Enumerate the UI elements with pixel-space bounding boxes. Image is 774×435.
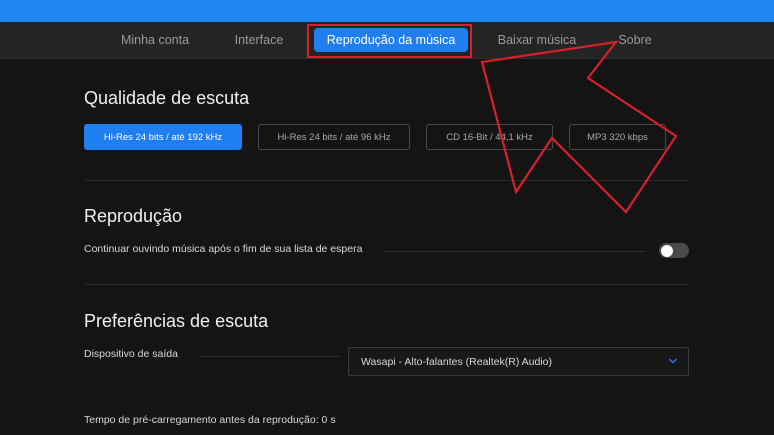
continue-listening-toggle[interactable] — [659, 243, 689, 258]
section-divider — [84, 180, 689, 181]
output-device-select[interactable]: Wasapi - Alto-falantes (Realtek(R) Audio… — [348, 347, 689, 376]
row-separator — [385, 251, 645, 252]
quality-option-mp3[interactable]: MP3 320 kbps — [569, 124, 666, 150]
tab-sobre[interactable]: Sobre — [612, 28, 658, 52]
output-device-value: Wasapi - Alto-falantes (Realtek(R) Audio… — [361, 356, 553, 368]
quality-option-hires-96[interactable]: Hi-Res 24 bits / até 96 kHz — [258, 124, 410, 150]
quality-option-hires-192[interactable]: Hi-Res 24 bits / até 192 kHz — [84, 124, 242, 150]
preload-time-label: Tempo de pré-carregamento antes da repro… — [84, 414, 336, 426]
continue-listening-label: Continuar ouvindo música após o fim de s… — [84, 243, 363, 255]
section-divider — [84, 284, 689, 285]
playback-section-title: Reprodução — [84, 206, 183, 226]
preferences-section-title: Preferências de escuta — [84, 311, 269, 331]
quality-section-title: Qualidade de escuta — [84, 88, 250, 108]
window-top-bar — [0, 0, 774, 22]
chevron-down-icon — [669, 358, 677, 364]
toggle-knob — [661, 244, 673, 257]
quality-option-cd[interactable]: CD 16-Bit / 44,1 kHz — [426, 124, 553, 150]
tab-highlight-annotation — [307, 24, 472, 58]
output-device-label: Dispositivo de saída — [84, 348, 178, 360]
row-separator — [200, 356, 340, 357]
tab-interface[interactable]: Interface — [226, 28, 292, 52]
tab-minha-conta[interactable]: Minha conta — [114, 28, 196, 52]
tab-baixar-musica[interactable]: Baixar música — [494, 28, 580, 52]
